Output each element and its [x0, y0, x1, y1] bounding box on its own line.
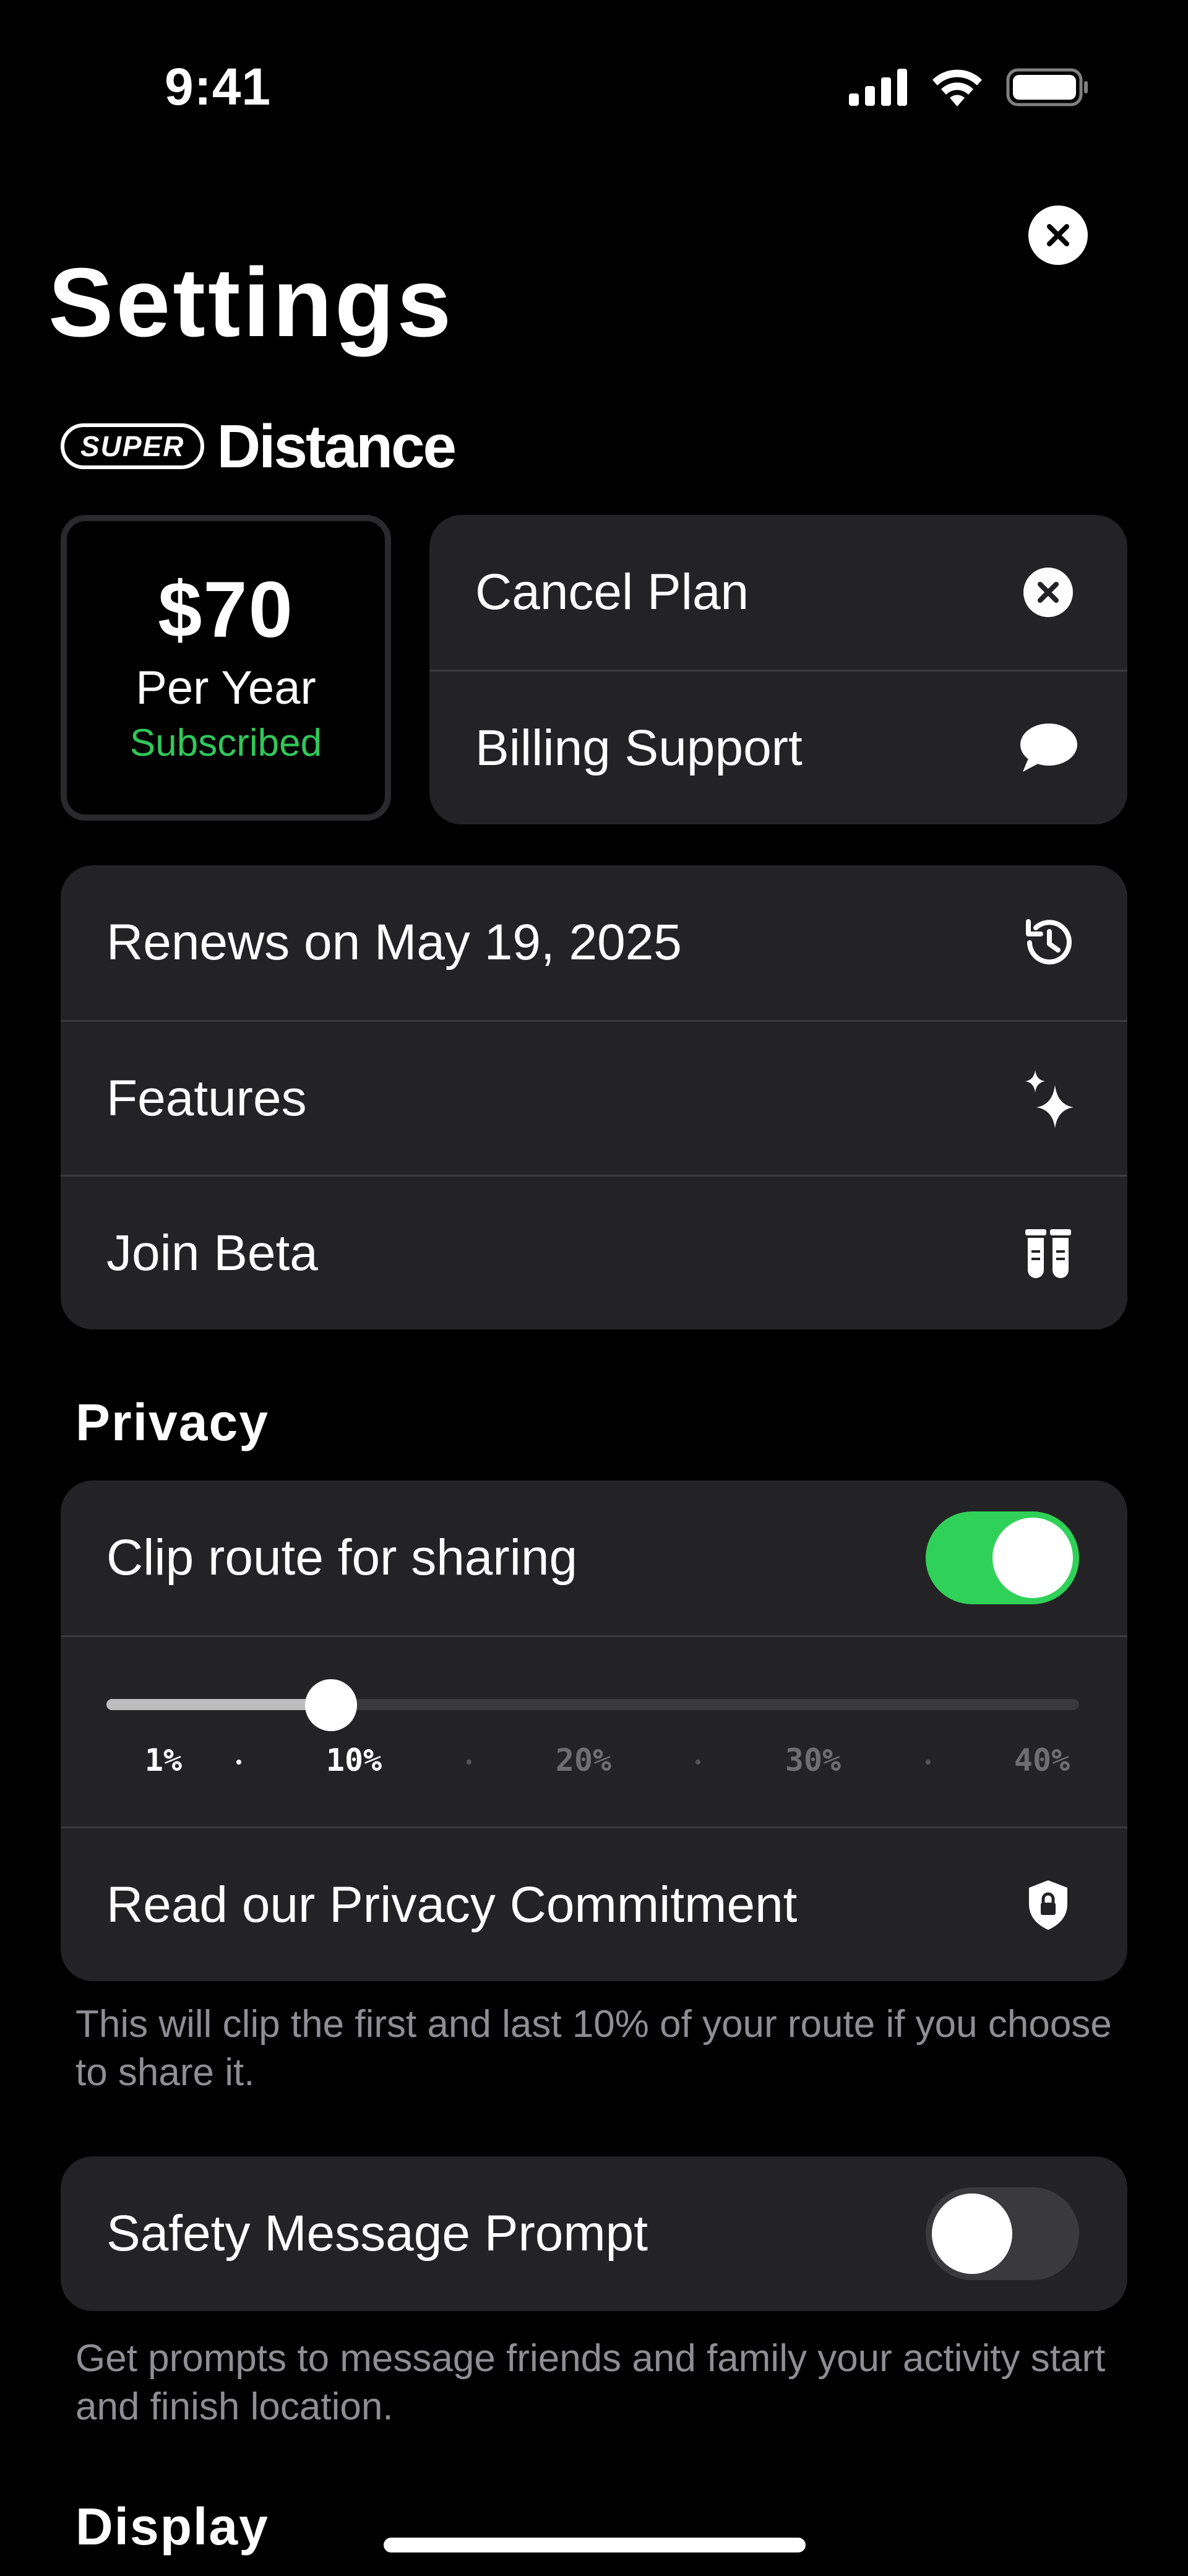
page-title: Settings — [48, 248, 454, 357]
home-indicator — [384, 2538, 806, 2552]
slider-tick-label: 20% — [555, 1742, 612, 1778]
privacy-footnote: This will clip the first and last 10% of… — [75, 2003, 1112, 2094]
cellular-signal-icon — [849, 69, 907, 106]
slider-tick-dot — [236, 1760, 241, 1765]
shield-lock-icon — [1017, 1874, 1079, 1936]
privacy-card: Clip route for sharing 1% 10% 20% 30% 40… — [61, 1480, 1127, 1981]
safety-footnote: Get prompts to message friends and famil… — [75, 2337, 1106, 2428]
close-button[interactable] — [1028, 205, 1088, 265]
clip-percentage-slider[interactable]: 1% 10% 20% 30% 40% — [61, 1635, 1127, 1826]
slider-tick-dot — [926, 1760, 931, 1765]
plan-actions-card: Cancel Plan Billing Support — [429, 515, 1127, 824]
slider-fill — [106, 1699, 331, 1710]
join-beta-label: Join Beta — [106, 1224, 318, 1281]
join-beta-row[interactable]: Join Beta — [61, 1175, 1127, 1329]
battery-icon — [1006, 68, 1088, 106]
slider-tick-dot — [467, 1760, 471, 1765]
clip-route-row: Clip route for sharing — [61, 1480, 1127, 1635]
display-section-title: Display — [75, 2497, 269, 2556]
toggle-knob — [992, 1518, 1073, 1598]
status-icons — [849, 68, 1089, 106]
slider-thumb[interactable] — [304, 1679, 357, 1731]
plan-status: Subscribed — [129, 722, 322, 764]
brand-logo: SUPER Distance — [61, 412, 457, 480]
slider-tick-label: 1% — [144, 1742, 183, 1778]
clip-route-label: Clip route for sharing — [106, 1529, 578, 1586]
safety-prompt-toggle[interactable] — [926, 2187, 1079, 2280]
history-icon — [1017, 912, 1079, 974]
brand-name: Distance — [217, 412, 457, 480]
test-tubes-icon — [1017, 1222, 1079, 1284]
cancel-plan-label: Cancel Plan — [475, 564, 749, 620]
close-icon — [1047, 224, 1069, 246]
renewal-label: Renews on May 19, 2025 — [106, 914, 682, 970]
privacy-section-title: Privacy — [75, 1393, 269, 1451]
slider-track[interactable] — [106, 1699, 1079, 1710]
billing-support-label: Billing Support — [475, 719, 803, 776]
wifi-icon — [932, 69, 982, 106]
slider-tick-label: 10% — [325, 1742, 382, 1778]
cancel-circle-icon — [1017, 561, 1079, 623]
features-label: Features — [106, 1070, 307, 1126]
slider-tick-label: 30% — [785, 1742, 842, 1778]
safety-card: Safety Message Prompt — [61, 2156, 1127, 2311]
billing-support-row[interactable]: Billing Support — [429, 670, 1127, 824]
plan-card: $70 Per Year Subscribed — [61, 515, 391, 821]
brand-badge: SUPER — [61, 423, 205, 469]
privacy-commitment-row[interactable]: Read our Privacy Commitment — [61, 1826, 1127, 1981]
plan-price: $70 — [158, 566, 294, 654]
cancel-plan-row[interactable]: Cancel Plan — [429, 515, 1127, 670]
chat-bubble-icon — [1017, 717, 1079, 779]
toggle-knob — [932, 2193, 1012, 2274]
renewal-row[interactable]: Renews on May 19, 2025 — [61, 865, 1127, 1020]
subscription-info-card: Renews on May 19, 2025 Features Join Bet… — [61, 865, 1127, 1329]
slider-tick-dot — [695, 1760, 700, 1765]
status-time: 9:41 — [165, 58, 272, 116]
privacy-commitment-label: Read our Privacy Commitment — [106, 1876, 798, 1933]
clip-route-toggle[interactable] — [926, 1511, 1079, 1604]
features-row[interactable]: Features — [61, 1020, 1127, 1175]
slider-tick-label: 40% — [1014, 1742, 1070, 1778]
safety-prompt-row: Safety Message Prompt — [61, 2156, 1127, 2311]
safety-prompt-label: Safety Message Prompt — [106, 2205, 648, 2262]
plan-period: Per Year — [136, 662, 316, 714]
sparkles-icon — [1017, 1068, 1079, 1130]
